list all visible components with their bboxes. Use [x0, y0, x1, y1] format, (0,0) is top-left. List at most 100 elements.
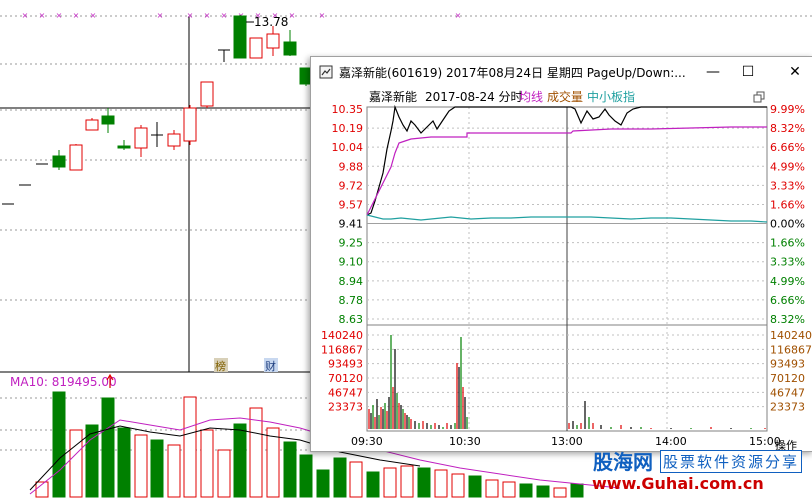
price-tick-label: 10.04 — [332, 141, 364, 154]
legend-avg-line[interactable]: 均线 — [519, 90, 543, 104]
volume-tick-label: 23373 — [328, 401, 363, 414]
watermark-slogan: 股票软件资源分享 — [660, 450, 803, 473]
kline-candle — [167, 130, 181, 150]
legend-index[interactable]: 中小板指 — [587, 89, 635, 104]
volume-bar — [553, 487, 567, 498]
ma10-label: MA10: 819495.00 — [10, 375, 117, 389]
price-tick-label: 8.63 — [339, 313, 364, 326]
limit-marker: × — [455, 11, 462, 20]
volume-tick-label: 140240 — [321, 329, 363, 342]
volume-bar — [570, 483, 584, 498]
volume-bar — [69, 429, 83, 498]
price-tick-label: 9.88 — [339, 160, 364, 173]
kline-candle — [52, 150, 66, 170]
kline-candle — [85, 118, 99, 131]
intraday-chart[interactable]: 10.35 10.19 10.04 9.88 9.72 9.57 9.41 9.25 9.10 8… — [311, 87, 812, 451]
volume-bar — [167, 444, 181, 498]
volume-bar — [485, 479, 499, 498]
kline-candle — [266, 26, 280, 56]
percent-tick-label: 1.66% — [770, 237, 805, 250]
peak-price-label: 13.78 — [254, 15, 288, 29]
kline-candle — [69, 144, 83, 171]
percent-tick-label: 8.32% — [770, 313, 805, 326]
price-axis: 10.35 10.19 10.04 9.88 9.72 9.57 9.41 9.25 9.10 8… — [332, 103, 364, 326]
kline-candle — [134, 125, 148, 157]
legend-volume[interactable]: 成交量 — [547, 89, 583, 104]
volume-bar — [502, 481, 516, 498]
volume-tick-label: 140240 — [770, 329, 812, 342]
price-tick-label: 9.25 — [339, 237, 364, 250]
volume-bar — [451, 473, 465, 498]
kline-candle — [101, 108, 115, 133]
volume-bar — [434, 469, 448, 498]
kline-candle — [183, 105, 197, 145]
intraday-popup-window[interactable]: 嘉泽新能(601619) 2017年08月24日 星期四 PageUp/Down… — [310, 56, 812, 452]
volume-bar — [52, 391, 66, 498]
kline-candle — [200, 81, 214, 108]
kline-candle — [283, 30, 297, 56]
percent-tick-label: 0.00% — [770, 218, 805, 231]
volume-bar — [468, 475, 482, 498]
limit-marker: × — [319, 11, 326, 20]
volume-tick-label: 23373 — [770, 401, 805, 414]
percent-tick-label: 1.66% — [770, 198, 805, 211]
limit-marker: × — [157, 11, 164, 20]
volume-bar — [383, 467, 397, 498]
close-icon[interactable]: ✕ — [785, 63, 805, 81]
volume-tick-label: 70120 — [328, 372, 363, 385]
time-tick-label: 09:30 — [351, 435, 383, 448]
price-tick-label: 9.72 — [339, 179, 364, 192]
price-tick-label: 8.94 — [339, 275, 364, 288]
limit-marker: × — [39, 11, 46, 20]
price-tick-label: 9.41 — [339, 218, 364, 231]
watermark-brand: 股海网 — [593, 450, 653, 474]
kline-candle — [117, 140, 131, 150]
limit-marker: × — [187, 11, 194, 20]
limit-marker: × — [73, 11, 80, 20]
popup-title: 嘉泽新能(601619) 2017年08月24日 星期四 PageUp/Down… — [339, 66, 686, 80]
limit-marker: × — [22, 11, 29, 20]
volume-bar — [150, 439, 164, 498]
limit-marker: × — [90, 11, 97, 20]
percent-tick-label: 6.66% — [770, 294, 805, 307]
volume-bar — [400, 465, 414, 498]
percent-tick-label: 8.32% — [770, 122, 805, 135]
chart-date: 2017-08-24 分时 — [425, 90, 523, 104]
kline-candle — [218, 49, 230, 62]
site-watermark: 股海网 股票软件资源分享 www.Guhai.com.cn — [590, 446, 812, 498]
volume-bar — [536, 485, 550, 498]
limit-marker: × — [56, 11, 63, 20]
volume-tick-label: 116867 — [321, 343, 363, 356]
time-tick-label: 13:00 — [551, 435, 583, 448]
kline-candle — [151, 122, 163, 147]
percent-tick-label: 9.99% — [770, 103, 805, 116]
app-icon — [319, 65, 333, 79]
volume-bar — [101, 397, 115, 498]
watermark-url: www.Guhai.com.cn — [592, 474, 764, 493]
restore-icon[interactable] — [753, 91, 765, 103]
volume-bar — [183, 396, 197, 498]
volume-bar — [117, 427, 131, 498]
maximize-icon[interactable]: ☐ — [738, 63, 758, 81]
volume-tick-label: 93493 — [770, 358, 805, 371]
volume-bar — [299, 454, 313, 498]
volume-bar — [134, 434, 148, 498]
stock-name: 嘉泽新能 — [369, 89, 417, 104]
volume-bar — [283, 441, 297, 498]
price-tick-label: 10.35 — [332, 103, 364, 116]
volume-bar — [316, 469, 330, 498]
finance-badge[interactable]: 财 — [265, 359, 276, 373]
minimize-icon[interactable]: — — [703, 63, 723, 81]
volume-bar — [266, 427, 280, 498]
volume-bar — [233, 423, 247, 498]
kline-candle — [249, 37, 263, 59]
popup-titlebar[interactable]: 嘉泽新能(601619) 2017年08月24日 星期四 PageUp/Down… — [311, 57, 812, 87]
percent-tick-label: 3.33% — [770, 256, 805, 269]
limit-marker: × — [204, 11, 211, 20]
rank-badge[interactable]: 榜 — [215, 359, 226, 373]
kline-candle — [233, 15, 247, 59]
volume-bar — [333, 457, 347, 498]
percent-tick-label: 4.99% — [770, 160, 805, 173]
volume-tick-label: 46747 — [770, 386, 805, 399]
time-tick-label: 10:30 — [449, 435, 481, 448]
